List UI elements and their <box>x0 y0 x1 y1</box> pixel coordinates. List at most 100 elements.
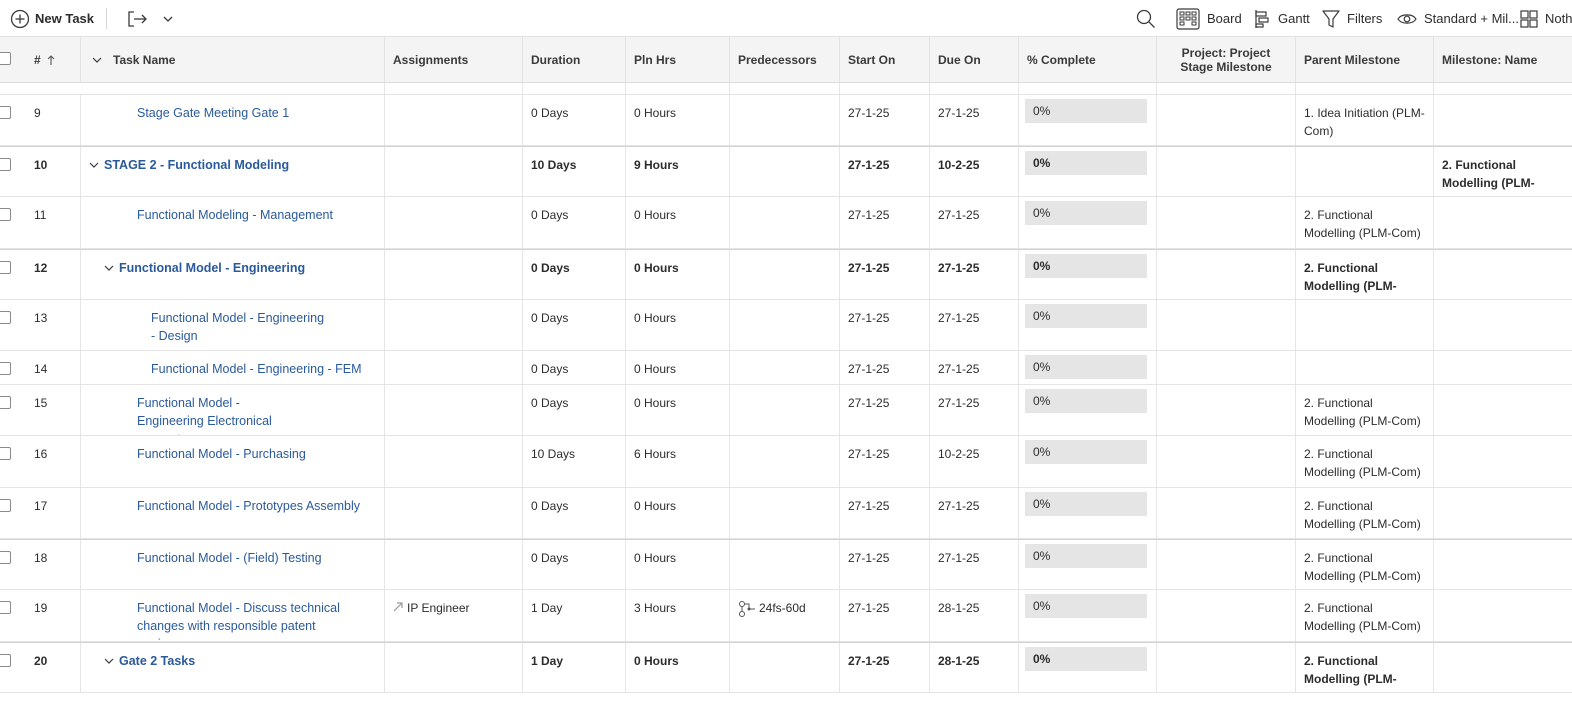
column-header-due-on[interactable]: Due On <box>930 37 1019 82</box>
column-header-predecessors[interactable]: Predecessors <box>730 37 840 82</box>
task-name-link[interactable]: Functional Model - Prototypes Assembly <box>137 497 360 515</box>
column-header-milestone-name[interactable]: Milestone: Name <box>1434 37 1572 82</box>
task-name-link[interactable]: Functional Model - Purchasing <box>137 445 306 463</box>
percent-complete-bar[interactable]: 0% <box>1025 647 1147 671</box>
row-number: 16 <box>26 436 81 487</box>
duration-cell: 0 Days <box>523 95 626 145</box>
chevron-down-icon[interactable] <box>88 156 102 174</box>
gantt-view-button[interactable]: Gantt <box>1253 0 1310 37</box>
column-header-duration[interactable]: Duration <box>523 37 626 82</box>
search-button[interactable] <box>1135 0 1157 37</box>
select-all-checkbox[interactable] <box>0 52 11 65</box>
row-checkbox[interactable] <box>0 551 11 564</box>
pct-cell: 0% <box>1019 643 1157 692</box>
task-name-link[interactable]: Functional Model - (Field) Testing <box>137 549 322 567</box>
percent-complete-bar[interactable]: 0% <box>1025 440 1147 464</box>
column-header-pct-complete[interactable]: % Complete <box>1019 37 1157 82</box>
percent-complete-bar[interactable]: 0% <box>1025 389 1147 413</box>
column-header-project-stage-milestone[interactable]: Project: Project Stage Milestone <box>1157 37 1296 82</box>
board-icon <box>1176 7 1200 30</box>
percent-complete-bar[interactable]: 0% <box>1025 492 1147 516</box>
task-name-link[interactable]: Functional Model - Engineering <box>119 259 305 277</box>
milestone-name-cell <box>1434 488 1572 538</box>
table-row[interactable]: 17 Functional Model - Prototypes Assembly… <box>0 488 1572 539</box>
column-header-start-on[interactable]: Start On <box>840 37 930 82</box>
table-row[interactable]: 9 Stage Gate Meeting Gate 1 0 Days 0 Hours 2… <box>0 95 1572 146</box>
row-checkbox[interactable] <box>0 261 11 274</box>
chevron-down-icon[interactable] <box>103 259 117 277</box>
grouping-label: Noth <box>1545 11 1572 26</box>
parent-milestone-cell: 2. Functional Modelling (PLM-Com) <box>1296 590 1434 641</box>
new-task-button[interactable]: New Task <box>10 0 94 37</box>
column-header-task-name[interactable]: Task Name <box>81 37 385 82</box>
table-row[interactable]: 16 Functional Model - Purchasing 10 Days 6 … <box>0 436 1572 488</box>
table-row[interactable]: 12 Functional Model - Engineering 0 Days 0 … <box>0 249 1572 300</box>
task-name-link[interactable]: Functional Model - Engineering - Design <box>151 309 326 345</box>
table-row[interactable]: 10 STAGE 2 - Functional Modeling 10 Days 9 … <box>0 146 1572 197</box>
row-checkbox[interactable] <box>0 311 11 324</box>
row-checkbox[interactable] <box>0 601 11 614</box>
predecessor-value[interactable]: 24fs-60d <box>759 601 806 615</box>
task-name-link[interactable]: Stage Gate Meeting Gate 1 <box>137 104 289 122</box>
view-selector-button[interactable]: Standard + Mil... <box>1397 0 1519 37</box>
parent-milestone-cell: 2. Functional Modelling (PLM-Com) <box>1296 250 1434 299</box>
row-checkbox[interactable] <box>0 106 11 119</box>
percent-complete-bar[interactable]: 0% <box>1025 201 1147 225</box>
percent-complete-bar[interactable]: 0% <box>1025 151 1147 175</box>
percent-complete-bar[interactable]: 0% <box>1025 594 1147 618</box>
due-on-cell: 10-2-25 <box>930 436 1019 487</box>
table-row[interactable]: 15 Functional Model - Engineering Electro… <box>0 385 1572 436</box>
chevron-down-icon[interactable] <box>91 54 103 66</box>
row-checkbox[interactable] <box>0 654 11 667</box>
table-row[interactable]: 19 Functional Model - Discuss technical c… <box>0 590 1572 642</box>
percent-complete-bar[interactable]: 0% <box>1025 254 1147 278</box>
percent-complete-bar[interactable]: 0% <box>1025 544 1147 568</box>
pct-cell: 0% <box>1019 95 1157 145</box>
due-on-cell: 28-1-25 <box>930 590 1019 641</box>
table-row[interactable]: 18 Functional Model - (Field) Testing 0 Da… <box>0 539 1572 590</box>
task-name-link[interactable]: Functional Model - Engineering - FEM <box>151 360 362 378</box>
row-checkbox[interactable] <box>0 362 11 375</box>
column-header-pln-hrs[interactable]: Pln Hrs <box>626 37 730 82</box>
assignee-name[interactable]: IP Engineer <box>407 601 470 615</box>
row-checkbox[interactable] <box>0 208 11 221</box>
percent-complete-bar[interactable]: 0% <box>1025 304 1147 328</box>
due-on-cell: 27-1-25 <box>930 300 1019 350</box>
column-pln-hrs-label: Pln Hrs <box>634 52 677 67</box>
due-on-cell: 28-1-25 <box>930 643 1019 692</box>
table-row[interactable]: 13 Functional Model - Engineering - Desig… <box>0 300 1572 351</box>
task-name-link[interactable]: Gate 2 Tasks <box>119 652 195 670</box>
row-checkbox[interactable] <box>0 158 11 171</box>
project-stage-cell <box>1157 540 1296 589</box>
column-header-assignments[interactable]: Assignments <box>385 37 523 82</box>
start-on-cell: 27-1-25 <box>840 436 930 487</box>
predecessors-cell <box>730 540 840 589</box>
chevron-down-icon[interactable] <box>103 652 117 670</box>
row-number: 19 <box>26 590 81 641</box>
board-view-button[interactable]: Board <box>1176 0 1242 37</box>
task-name-link[interactable]: Functional Model - Engineering Electroni… <box>137 394 307 435</box>
row-checkbox[interactable] <box>0 447 11 460</box>
percent-complete-bar[interactable]: 0% <box>1025 99 1147 123</box>
grouping-selector-button[interactable]: Noth <box>1520 0 1572 37</box>
column-header-num[interactable]: # <box>26 37 81 82</box>
row-checkbox[interactable] <box>0 499 11 512</box>
task-name-link[interactable]: Functional Modeling - Management <box>137 206 333 224</box>
task-name-cell: Functional Model - Purchasing <box>81 436 385 487</box>
table-row[interactable]: 11 Functional Modeling - Management 0 Days… <box>0 197 1572 249</box>
table-row[interactable]: 14 Functional Model - Engineering - FEM 0 … <box>0 351 1572 385</box>
table-row[interactable]: 20 Gate 2 Tasks 1 Day 0 Hours 27-1-25 28-1-25… <box>0 642 1572 693</box>
filters-button[interactable]: Filters <box>1322 0 1382 37</box>
column-header-parent-milestone[interactable]: Parent Milestone <box>1296 37 1434 82</box>
percent-complete-bar[interactable]: 0% <box>1025 355 1147 379</box>
column-parent-milestone-label: Parent Milestone <box>1304 52 1401 67</box>
pct-cell: 0% <box>1019 590 1157 641</box>
column-num-label: # <box>34 52 41 67</box>
export-dropdown-button[interactable] <box>162 0 174 37</box>
task-name-link[interactable]: Functional Model - Discuss technical cha… <box>137 599 362 641</box>
pln-hrs-cell: 0 Hours <box>626 385 730 435</box>
task-name-link[interactable]: STAGE 2 - Functional Modeling <box>104 156 289 174</box>
export-button[interactable] <box>127 0 149 37</box>
row-checkbox[interactable] <box>0 396 11 409</box>
row-number: 14 <box>26 351 81 384</box>
